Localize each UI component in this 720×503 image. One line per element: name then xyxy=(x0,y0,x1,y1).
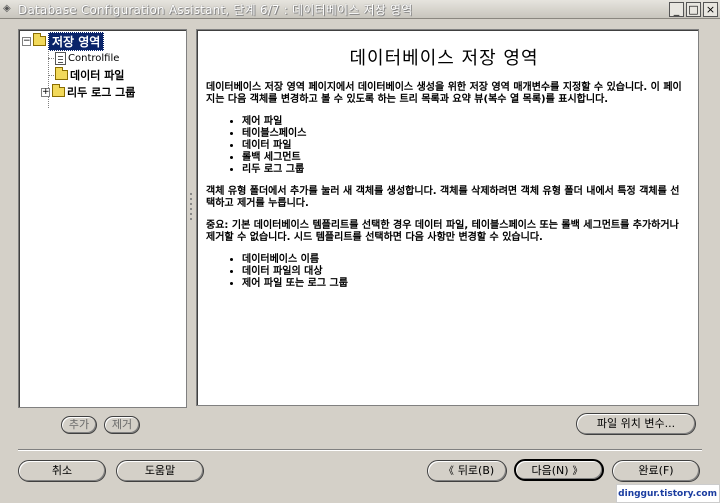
finish-button[interactable]: 완료(F) xyxy=(612,460,700,482)
minimize-button[interactable]: _ xyxy=(669,1,684,17)
remove-button[interactable]: 제거 xyxy=(104,416,140,434)
list-item: 리두 로그 그룹 xyxy=(242,164,682,176)
next-button[interactable]: 다음(N) 》 xyxy=(514,459,604,481)
list-item: 제어 파일 또는 로그 그룹 xyxy=(242,278,682,290)
document-icon xyxy=(55,51,66,65)
footer-separator xyxy=(18,449,702,451)
expand-icon[interactable]: + xyxy=(41,87,50,97)
storage-tree[interactable]: − 저장 영역 Controlfile 데이터 파일 + 리두 로그 그룹 xyxy=(18,29,187,408)
tree-item-redo-log-groups[interactable]: + 리두 로그 그룹 xyxy=(41,84,135,100)
list-item: 제어 파일 xyxy=(242,116,682,128)
important-paragraph: 중요: 기본 데이터베이스 템플리트를 선택한 경우 데이터 파일, 테이블스페… xyxy=(206,220,679,243)
maximize-button[interactable]: □ xyxy=(686,1,701,17)
intro-paragraph: 데이터베이스 저장 영역 페이지에서 데이터베이스 생성을 위한 저장 영역 매… xyxy=(206,82,682,105)
close-button[interactable]: × xyxy=(703,1,718,17)
tree-root-label[interactable]: 저장 영역 xyxy=(48,31,105,51)
tree-item-datafiles[interactable]: 데이터 파일 xyxy=(55,67,124,83)
list-item: 데이터 파일의 대상 xyxy=(242,266,682,278)
folder-icon xyxy=(55,67,68,80)
tree-item-label: 리두 로그 그룹 xyxy=(67,86,136,99)
help-content-panel: 데이터베이스 저장 영역 데이터베이스 저장 영역 페이지에서 데이터베이스 생… xyxy=(196,29,699,406)
chevron-left-icon: 《 xyxy=(443,466,454,477)
list-item: 롤백 세그먼트 xyxy=(242,152,682,164)
chevron-right-icon: 》 xyxy=(572,466,583,477)
window-menu-icon[interactable]: ◈ xyxy=(3,3,15,15)
help-button[interactable]: 도움말 xyxy=(116,460,204,482)
window-titlebar[interactable]: ◈ Database Configuration Assistant, 단계 6… xyxy=(0,0,720,19)
tree-item-controlfile[interactable]: Controlfile xyxy=(55,50,119,66)
folder-open-icon xyxy=(33,33,46,46)
panel-splitter[interactable] xyxy=(189,190,193,230)
file-location-variables-button[interactable]: 파일 위치 변수... xyxy=(576,413,696,435)
add-remove-paragraph: 객체 유형 폴더에서 추가를 눌러 새 객체를 생성합니다. 객체를 삭제하려면… xyxy=(206,186,680,209)
collapse-icon[interactable]: − xyxy=(22,36,31,46)
object-list: 제어 파일 테이블스페이스 데이터 파일 롤백 세그먼트 리두 로그 그룹 xyxy=(206,116,682,176)
list-item: 데이터 파일 xyxy=(242,140,682,152)
tree-item-label: 데이터 파일 xyxy=(70,69,125,82)
watermark: dinggur.tistory.com xyxy=(616,484,720,503)
next-label: 다음(N) xyxy=(531,464,569,477)
tree-item-label: Controlfile xyxy=(68,52,120,64)
content-title: 데이터베이스 저장 영역 xyxy=(349,48,539,69)
add-button[interactable]: 추가 xyxy=(61,416,97,434)
list-item: 데이터베이스 이름 xyxy=(242,254,682,266)
back-button[interactable]: 《 뒤로(B) xyxy=(427,460,507,482)
cancel-button[interactable]: 취소 xyxy=(18,460,106,482)
folder-icon xyxy=(52,84,65,97)
window-title: Database Configuration Assistant, 단계 6/7… xyxy=(18,2,413,17)
watermark-text: dinggur.tistory.com xyxy=(618,488,717,499)
list-item: 테이블스페이스 xyxy=(242,128,682,140)
back-label: 뒤로(B) xyxy=(457,464,495,477)
tree-item-storage-root[interactable]: − 저장 영역 xyxy=(22,31,105,51)
changeable-list: 데이터베이스 이름 데이터 파일의 대상 제어 파일 또는 로그 그룹 xyxy=(206,254,682,290)
